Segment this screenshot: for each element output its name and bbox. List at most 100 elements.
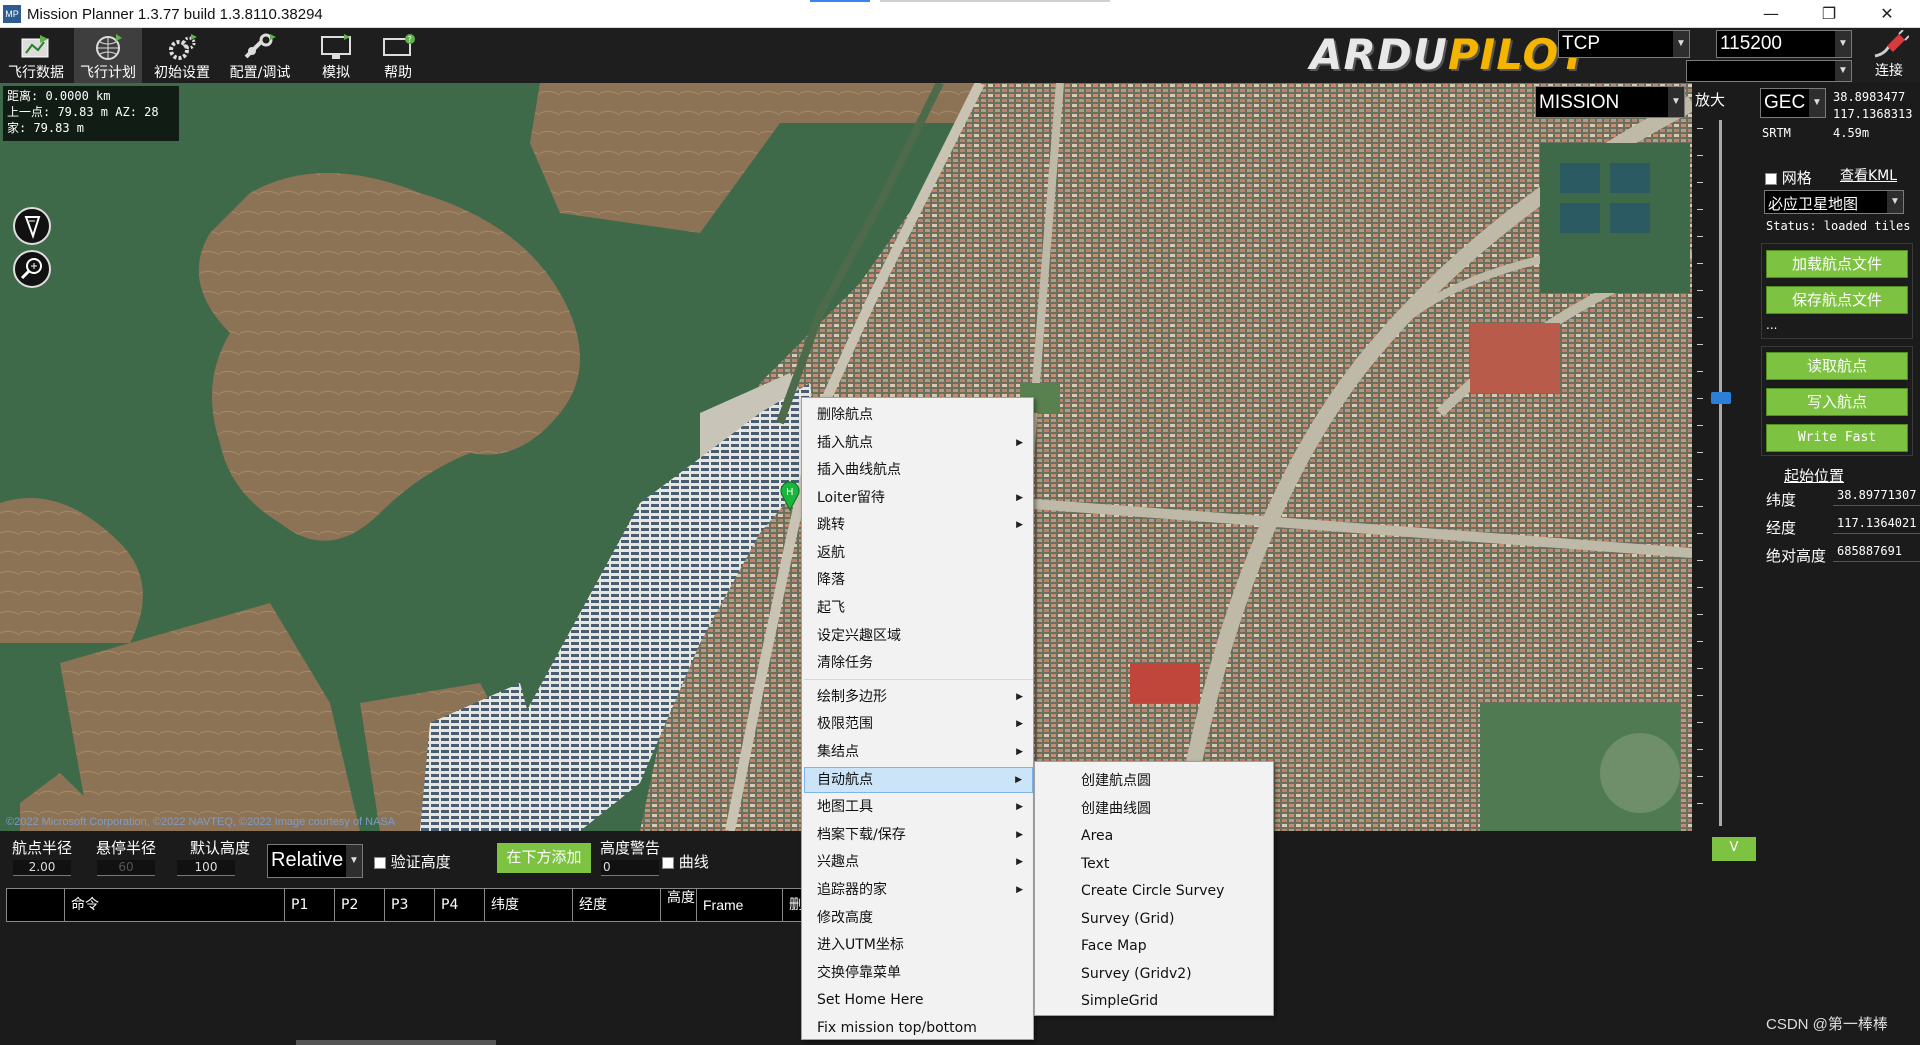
help-button[interactable]: ? 帮助 xyxy=(364,28,432,83)
connection-type-select[interactable]: TCP ▼ xyxy=(1558,30,1690,58)
submenu-item-label: Create Circle Survey xyxy=(1081,883,1225,899)
connect-button[interactable]: 连接 xyxy=(1862,29,1916,82)
context-menu-item[interactable]: 档案下载/保存 ▶ xyxy=(804,822,1033,848)
context-menu-item[interactable]: 追踪器的家 ▶ xyxy=(804,877,1033,903)
submenu-item[interactable]: Text xyxy=(1037,851,1273,877)
submenu-arrow-icon: ▶ xyxy=(1016,802,1023,813)
minimize-button[interactable]: — xyxy=(1742,0,1800,28)
port-select[interactable]: ▼ xyxy=(1686,60,1852,82)
close-button[interactable]: ✕ xyxy=(1858,0,1916,28)
context-menu-item[interactable]: 起飞 xyxy=(804,595,1033,621)
flight-plan-button[interactable]: 飞行计划 xyxy=(74,28,142,83)
csdn-watermark: CSDN @第一棒棒 xyxy=(1766,1016,1888,1033)
context-menu-item-label: Set Home Here xyxy=(817,992,924,1009)
context-menu-item[interactable]: Loiter留待 ▶ xyxy=(804,485,1033,511)
context-menu-item[interactable]: 进入UTM坐标 xyxy=(804,932,1033,958)
context-menu-item-label: 清除任务 xyxy=(817,655,873,672)
context-menu-item[interactable]: 删除航点 xyxy=(804,402,1033,428)
home-marker-icon[interactable]: H xyxy=(779,481,801,511)
submenu-item[interactable]: Face Map xyxy=(1037,933,1273,959)
zoom-search-button[interactable] xyxy=(13,250,51,288)
save-waypoint-file-button[interactable]: 保存航点文件 xyxy=(1766,286,1908,314)
map-type-value: 必应卫星地图 xyxy=(1768,196,1859,213)
connection-type-value: TCP xyxy=(1562,33,1600,54)
context-menu-item[interactable]: 绘制多边形 ▶ xyxy=(804,684,1033,710)
zoom-slider-thumb[interactable] xyxy=(1711,392,1731,404)
map-status: Status: loaded tiles xyxy=(1766,219,1911,233)
submenu-item[interactable]: 创建曲线圆 xyxy=(1037,796,1273,822)
horizontal-scrollbar[interactable] xyxy=(296,1040,496,1045)
home-lat-field[interactable]: 38.89771307 xyxy=(1833,486,1920,506)
submenu-item-label: Area xyxy=(1081,828,1114,844)
context-menu-item[interactable]: 插入曲线航点 xyxy=(804,457,1033,483)
auto-waypoint-submenu: 创建航点圆 创建曲线圆 Area Text Create Circle Survey Su… xyxy=(1034,761,1274,1016)
submenu-item[interactable]: Create Circle Survey xyxy=(1037,878,1273,904)
flight-data-icon xyxy=(21,35,49,58)
mission-mode-select[interactable]: MISSION ▼ xyxy=(1535,86,1685,118)
spline-checkbox[interactable] xyxy=(662,856,674,869)
add-below-button[interactable]: 在下方添加 xyxy=(497,843,591,873)
simulation-button[interactable]: 模拟 xyxy=(302,28,370,83)
context-menu-item[interactable]: 地图工具 ▶ xyxy=(804,794,1033,820)
spline-toggle[interactable]: 曲线 xyxy=(662,851,709,872)
ruler-button[interactable] xyxy=(13,207,51,245)
submenu-item[interactable]: Survey (Grid) xyxy=(1037,906,1273,932)
context-menu-item[interactable]: 跳转 ▶ xyxy=(804,512,1033,538)
ardupilot-logo: ARDUPILOT xyxy=(1310,30,1589,79)
context-menu-item[interactable]: 插入航点 ▶ xyxy=(804,430,1033,456)
context-menu-item-label: 进入UTM坐标 xyxy=(817,937,904,954)
initial-setup-icon xyxy=(169,34,197,60)
context-menu-item[interactable]: 修改高度 xyxy=(804,905,1033,931)
context-menu-item[interactable]: 清除任务 xyxy=(804,650,1033,676)
context-menu-item[interactable]: 设定兴趣区域 xyxy=(804,623,1033,649)
verify-height-label: 验证高度 xyxy=(390,853,451,871)
context-menu-item[interactable]: Fix mission top/bottom xyxy=(804,1015,1033,1041)
coord-system-select[interactable]: GEC ▼ xyxy=(1760,88,1826,118)
default-alt-field[interactable]: 100 xyxy=(177,860,235,876)
home-alt-field[interactable]: 685887691 xyxy=(1833,542,1920,562)
flight-data-button[interactable]: 飞行数据 xyxy=(2,28,70,83)
default-alt-label: 默认高度 xyxy=(190,839,251,857)
initial-setup-button[interactable]: 初始设置 xyxy=(148,28,216,83)
verify-height-checkbox[interactable] xyxy=(374,856,386,869)
write-fast-button[interactable]: Write Fast xyxy=(1766,424,1908,452)
zoom-tick xyxy=(1697,776,1703,777)
zoom-slider-track[interactable] xyxy=(1719,120,1722,826)
baud-rate-select[interactable]: 115200 ▼ xyxy=(1716,30,1852,58)
context-menu-item-label: 极限范围 xyxy=(817,716,873,733)
grid-checkbox[interactable] xyxy=(1765,172,1777,185)
context-menu-item[interactable]: 自动航点 ▶ xyxy=(804,766,1033,793)
grid-toggle[interactable]: 网格 xyxy=(1765,167,1812,188)
more-options[interactable]: ... xyxy=(1766,318,1777,332)
wp-radius-field[interactable]: 2.00 xyxy=(13,860,71,876)
alt-frame-select[interactable]: Relative ▼ xyxy=(267,844,363,878)
submenu-arrow-icon: ▶ xyxy=(1016,437,1023,448)
map-type-select[interactable]: 必应卫星地图 ▼ xyxy=(1764,190,1904,214)
context-menu-item[interactable]: 兴趣点 ▶ xyxy=(804,849,1033,875)
zoom-tick xyxy=(1697,560,1703,561)
read-waypoints-button[interactable]: 读取航点 xyxy=(1766,352,1908,380)
flight-plan-label: 飞行计划 xyxy=(80,65,136,81)
config-tuning-button[interactable]: 配置/调试 xyxy=(222,28,298,83)
alt-warn-field[interactable]: 0 xyxy=(601,860,659,876)
home-lng-field[interactable]: 117.1364021 xyxy=(1833,514,1920,534)
submenu-item[interactable]: SimpleGrid xyxy=(1037,988,1273,1014)
context-menu-item[interactable]: 交换停靠菜单 xyxy=(804,960,1033,986)
submenu-item[interactable]: Area xyxy=(1037,823,1273,849)
context-menu-item-label: 设定兴趣区域 xyxy=(817,627,901,644)
collapse-v-button[interactable]: V xyxy=(1712,837,1756,861)
context-menu-item[interactable]: Set Home Here xyxy=(804,987,1033,1013)
loiter-radius-field[interactable]: 60 xyxy=(97,860,155,876)
context-menu-item[interactable]: 集结点 ▶ xyxy=(804,739,1033,765)
write-waypoints-button[interactable]: 写入航点 xyxy=(1766,388,1908,416)
view-kml-link[interactable]: 查看KML xyxy=(1840,165,1897,185)
load-waypoint-file-button[interactable]: 加载航点文件 xyxy=(1766,250,1908,278)
verify-height-toggle[interactable]: 验证高度 xyxy=(374,851,451,872)
submenu-item[interactable]: 创建航点圆 xyxy=(1037,768,1273,794)
context-menu-item[interactable]: 极限范围 ▶ xyxy=(804,711,1033,737)
submenu-item-label: Survey (Gridv2) xyxy=(1081,965,1192,982)
context-menu-item[interactable]: 返航 xyxy=(804,540,1033,566)
restore-button[interactable]: ❐ xyxy=(1800,0,1858,28)
submenu-item[interactable]: Survey (Gridv2) xyxy=(1037,961,1273,987)
context-menu-item[interactable]: 降落 xyxy=(804,567,1033,593)
